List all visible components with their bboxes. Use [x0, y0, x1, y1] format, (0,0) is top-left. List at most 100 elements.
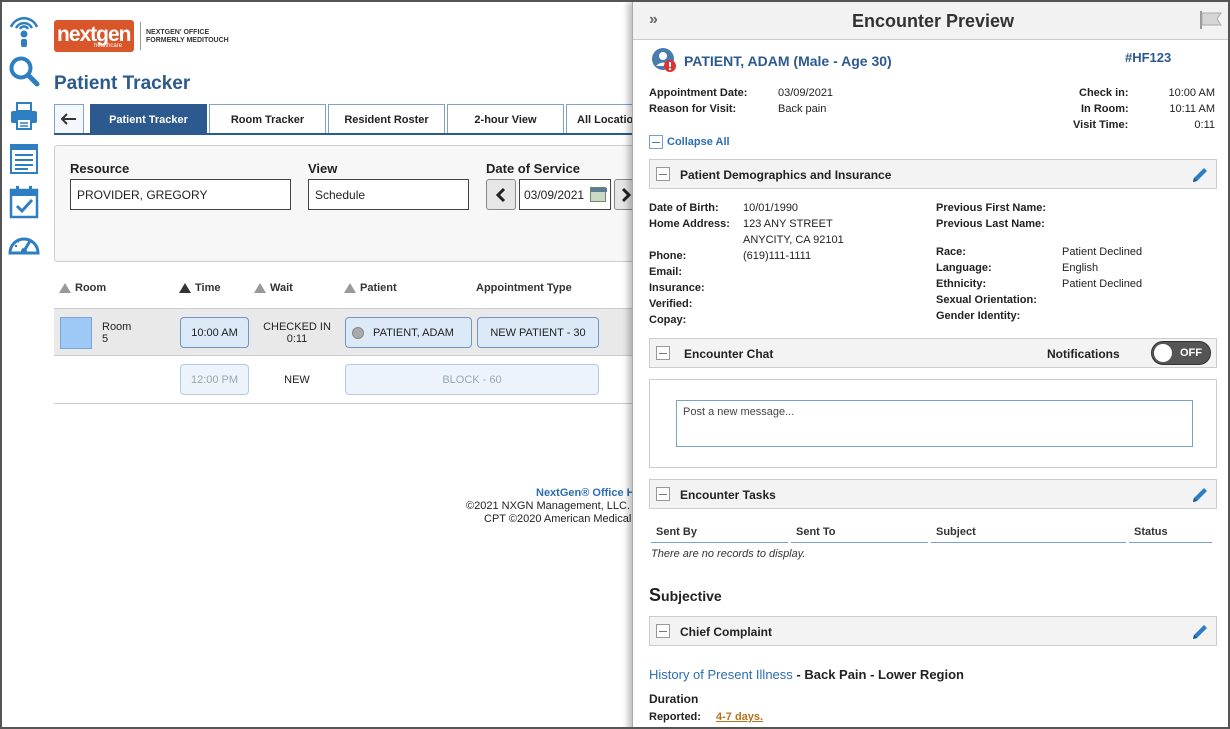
- back-button[interactable]: [54, 104, 84, 134]
- collapse-all-button[interactable]: Collapse All: [649, 135, 730, 149]
- reported-value[interactable]: 4-7 days.: [716, 711, 763, 723]
- flag-icon[interactable]: [1199, 10, 1223, 30]
- edit-pencil-icon[interactable]: [1190, 485, 1210, 505]
- search-icon[interactable]: [7, 54, 41, 88]
- encounter-chat-header[interactable]: Encounter Chat Notifications: [649, 338, 1217, 368]
- col-underline: [651, 542, 788, 543]
- printer-icon[interactable]: [7, 99, 41, 133]
- calendar-icon[interactable]: [590, 187, 607, 202]
- subjective-rest: ubjective: [661, 588, 722, 604]
- hpi-link[interactable]: History of Present Illness: [649, 667, 793, 682]
- appointment-date-value: 03/09/2021: [778, 87, 834, 99]
- col-time[interactable]: Time: [179, 282, 220, 294]
- collapse-icon[interactable]: [656, 346, 670, 360]
- reported-row: Reported: 4-7 days.: [649, 711, 763, 723]
- tab-bar: Patient Tracker Room Tracker Resident Ro…: [54, 104, 646, 134]
- col-patient[interactable]: Patient: [344, 282, 397, 294]
- date-label: Date of Service: [486, 161, 580, 176]
- insurance-label: Insurance:: [649, 282, 705, 294]
- patient-name-header[interactable]: PATIENT, ADAM (Male - Age 30): [684, 53, 892, 69]
- footer-cpt: CPT ©2020 American Medical: [484, 513, 632, 525]
- chief-complaint-header[interactable]: Chief Complaint: [649, 616, 1217, 646]
- edit-pencil-icon[interactable]: [1190, 165, 1210, 185]
- footer-brand[interactable]: NextGen® Office H: [442, 487, 642, 500]
- table-row[interactable]: Room 5 10:00 AM CHECKED IN 0:11 PATIENT,…: [54, 308, 654, 356]
- col-time-label: Time: [195, 282, 221, 294]
- checkin-label: Check in:: [1079, 87, 1129, 99]
- tab-resident-roster[interactable]: Resident Roster: [328, 104, 445, 134]
- col-room[interactable]: Room: [59, 282, 106, 294]
- demographics-title: Patient Demographics and Insurance: [680, 168, 892, 182]
- tab-patient-tracker[interactable]: Patient Tracker: [90, 104, 207, 134]
- time-pill[interactable]: 10:00 AM: [180, 317, 249, 348]
- notifications-label: Notifications: [1047, 347, 1120, 361]
- tab-2-hour-view[interactable]: 2-hour View: [447, 104, 564, 134]
- phone-label: Phone:: [649, 250, 687, 262]
- col-underline: [1129, 542, 1212, 543]
- copay-label: Copay:: [649, 314, 687, 326]
- block-pill[interactable]: BLOCK - 60: [345, 364, 599, 395]
- collapse-icon[interactable]: [656, 624, 670, 638]
- visittime-value: 0:11: [1194, 119, 1215, 131]
- inroom-value: 10:11 AM: [1169, 103, 1215, 115]
- footer-copyright: ©2021 NXGN Management, LLC.: [466, 500, 631, 512]
- patient-id: #HF123: [1125, 50, 1172, 65]
- collapse-icon[interactable]: [656, 167, 670, 181]
- reason-label: Reason for Visit:: [649, 103, 737, 115]
- reported-label: Reported:: [649, 711, 701, 723]
- hpi-line: History of Present Illness - Back Pain -…: [649, 667, 964, 682]
- appt-type-pill[interactable]: NEW PATIENT - 30: [477, 317, 599, 348]
- col-status[interactable]: Status: [1134, 526, 1168, 538]
- address-label: Home Address:: [649, 218, 730, 230]
- encounter-preview-panel: » Encounter Preview PATIENT, ADAM (Male …: [632, 2, 1228, 727]
- col-sent-to[interactable]: Sent To: [796, 526, 836, 538]
- duration-label: Duration: [649, 692, 699, 706]
- time-pill[interactable]: 12:00 PM: [180, 364, 249, 395]
- left-rail: [2, 2, 46, 727]
- tab-room-tracker[interactable]: Room Tracker: [209, 104, 326, 134]
- resource-label: Resource: [70, 161, 130, 176]
- broadcast-icon[interactable]: [7, 14, 41, 48]
- gender-identity-label: Gender Identity:: [936, 310, 1021, 322]
- logo-tagline: NEXTGEN' OFFICE FORMERLY MEDITOUCH: [146, 29, 246, 45]
- race-value: Patient Declined: [1062, 246, 1143, 258]
- edit-pencil-icon[interactable]: [1190, 622, 1210, 642]
- col-patient-label: Patient: [360, 282, 397, 294]
- room-label-line1: Room: [102, 321, 132, 333]
- notifications-toggle[interactable]: OFF: [1151, 341, 1211, 365]
- col-subject[interactable]: Subject: [936, 526, 976, 538]
- patient-pill[interactable]: PATIENT, ADAM: [345, 317, 472, 348]
- subjective-initial: S: [649, 585, 662, 605]
- page-title: Patient Tracker: [54, 73, 191, 94]
- col-sent-by[interactable]: Sent By: [656, 526, 697, 538]
- document-icon[interactable]: [7, 142, 41, 176]
- app-window: nextgen healthcare NEXTGEN' OFFICE FORME…: [0, 0, 1230, 729]
- appointment-date-label: Appointment Date:: [649, 87, 748, 99]
- logo-sub: healthcare: [94, 43, 123, 49]
- email-label: Email:: [649, 266, 683, 278]
- encounter-tasks-header[interactable]: Encounter Tasks: [649, 479, 1217, 509]
- sort-icon: [344, 283, 356, 293]
- table-row[interactable]: 12:00 PM NEW BLOCK - 60: [54, 357, 654, 404]
- dashboard-icon[interactable]: [7, 228, 41, 262]
- chevron-right-icon: [621, 187, 631, 202]
- view-select[interactable]: Schedule: [308, 179, 469, 210]
- demographics-section-header[interactable]: Patient Demographics and Insurance: [649, 159, 1217, 189]
- language-label: Language:: [936, 262, 992, 274]
- address-line1: 123 ANY STREET: [743, 218, 833, 230]
- col-appt-type[interactable]: Appointment Type: [476, 282, 572, 294]
- chat-message-input[interactable]: Post a new message...: [676, 400, 1193, 447]
- col-wait[interactable]: Wait: [254, 282, 293, 294]
- prev-last-name-label: Previous Last Name:: [936, 218, 1045, 230]
- date-field[interactable]: 03/09/2021: [519, 179, 611, 210]
- ethnicity-value: Patient Declined: [1062, 278, 1143, 290]
- logo-divider: [140, 22, 141, 50]
- address-line2: ANYCITY, CA 92101: [743, 234, 844, 246]
- sort-icon: [179, 283, 191, 293]
- prev-date-button[interactable]: [486, 179, 516, 210]
- collapse-icon[interactable]: [656, 487, 670, 501]
- col-wait-label: Wait: [270, 282, 293, 294]
- calendar-check-icon[interactable]: [7, 185, 41, 219]
- chief-complaint-title: Chief Complaint: [680, 625, 772, 639]
- resource-select[interactable]: PROVIDER, GREGORY: [70, 179, 291, 210]
